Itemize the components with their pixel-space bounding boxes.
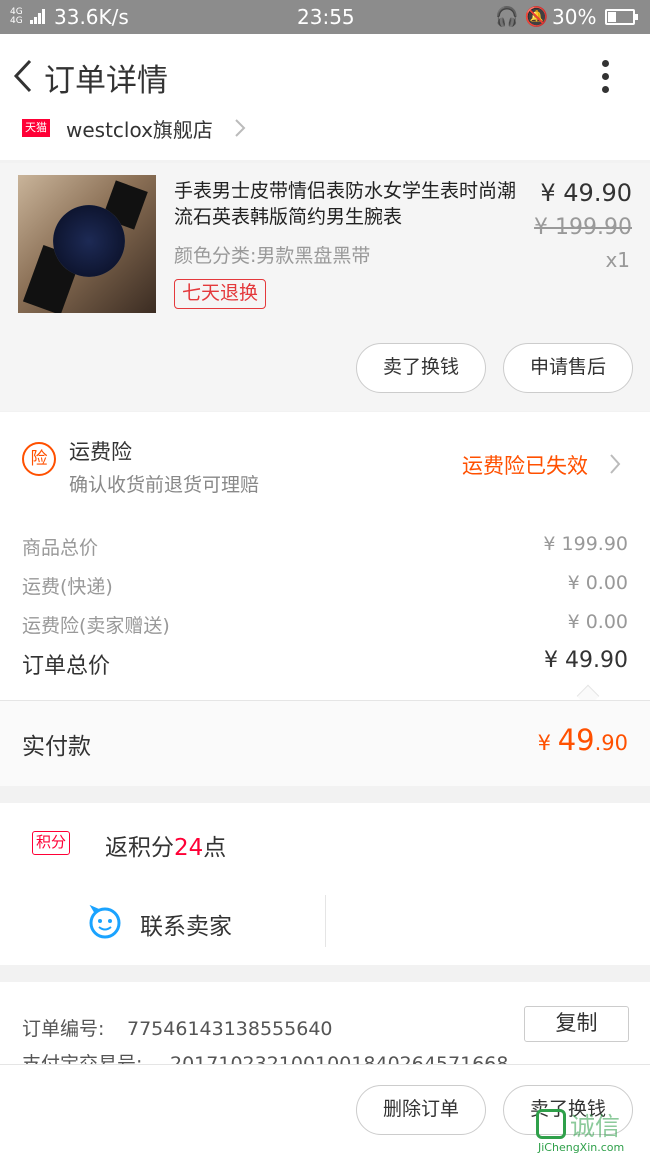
product-image[interactable] xyxy=(18,175,156,313)
watermark-logo: 诚信 JiChengXin.com xyxy=(536,1105,650,1155)
price-row-label: 运费(快递) xyxy=(22,576,113,598)
headset-icon: 🎧 xyxy=(495,6,519,28)
price-row-value: ¥ 0.00 xyxy=(567,611,628,633)
delete-order-button[interactable]: 删除订单 xyxy=(356,1085,486,1135)
chat-bubble-icon[interactable] xyxy=(87,904,123,940)
seven-day-return-tag: 七天退换 xyxy=(174,279,267,309)
order-info: 订单编号: 77546143138555640 复制 支付宝交易号: 2017102… xyxy=(0,982,650,1064)
nav-bar: 订单详情 xyxy=(0,34,650,120)
order-total-value: ¥ 49.90 xyxy=(544,648,628,673)
product-spec: 颜色分类:男款黑盘黑带 xyxy=(174,245,371,267)
price-row-label: 商品总价 xyxy=(22,537,99,559)
order-number-label: 订单编号: xyxy=(22,1018,105,1040)
battery-percent: 30% xyxy=(552,5,597,29)
shop-name: westclox旗舰店 xyxy=(66,118,213,142)
paid-amount-row: 实付款 ¥ 49.90 xyxy=(0,700,650,786)
after-sale-button[interactable]: 申请售后 xyxy=(503,343,633,393)
points-badge: 积分 xyxy=(32,831,71,855)
mute-bell-icon: 🔕 xyxy=(524,6,549,28)
trade-number-label: 支付宝交易号: xyxy=(22,1053,143,1064)
product-quantity: x1 xyxy=(605,248,630,272)
product-original-price: ¥ 199.90 xyxy=(534,215,632,240)
battery-icon xyxy=(605,9,638,25)
contact-seller-button[interactable]: 联系卖家 xyxy=(140,907,232,941)
watermark-icon xyxy=(536,1109,566,1139)
insurance-status: 运费险已失效 xyxy=(462,454,588,478)
chevron-right-icon xyxy=(235,119,246,137)
freight-insurance-row[interactable]: 险 运费险 确认收货前退货可理赔 运费险已失效 xyxy=(0,412,650,502)
product-item[interactable]: 手表男士皮带情侣表防水女学生表时尚潮流石英表韩版简约男生腕表 颜色分类:男款黑盘… xyxy=(0,163,650,411)
order-total-label: 订单总价 xyxy=(22,654,111,679)
order-number: 77546143138555640 xyxy=(127,1018,333,1040)
tmall-badge: 天猫 xyxy=(22,119,50,137)
net-speed: 33.6K/s xyxy=(54,5,129,29)
signal-icon xyxy=(30,8,48,24)
price-summary: 商品总价 ¥ 199.90 运费(快递) ¥ 0.00 运费险(卖家赠送) ¥ … xyxy=(0,502,650,708)
clock: 23:55 xyxy=(297,5,355,29)
points-row: 积分 返积分24点 xyxy=(0,803,650,883)
product-price: ¥ 49.90 xyxy=(540,179,632,207)
back-arrow-icon[interactable] xyxy=(10,56,38,96)
contact-row: 联系卖家 xyxy=(0,883,650,965)
network-type-label: 4G 4G xyxy=(10,7,23,26)
chevron-right-icon xyxy=(610,454,621,474)
sell-button[interactable]: 卖了换钱 xyxy=(356,343,486,393)
points-text: 返积分24点 xyxy=(105,835,227,861)
insurance-subtitle: 确认收货前退货可理赔 xyxy=(69,474,260,496)
price-row-value: ¥ 0.00 xyxy=(567,572,628,594)
paid-value: ¥ 49.90 xyxy=(537,723,628,757)
insurance-icon: 险 xyxy=(22,442,56,476)
shop-row[interactable]: 天猫 westclox旗舰店 xyxy=(0,110,650,160)
product-title: 手表男士皮带情侣表防水女学生表时尚潮流石英表韩版简约男生腕表 xyxy=(174,180,517,228)
trade-number: 2017102321001001840264571668 xyxy=(170,1053,509,1064)
page-title: 订单详情 xyxy=(44,63,168,99)
copy-button[interactable]: 复制 xyxy=(524,1006,629,1042)
price-row-value: ¥ 199.90 xyxy=(543,533,628,555)
order-number-line: 订单编号: 77546143138555640 xyxy=(22,1014,333,1041)
status-bar: 4G 4G 33.6K/s 23:55 🎧 🔕 30% xyxy=(0,0,650,34)
trade-number-line: 支付宝交易号: 2017102321001001840264571668 xyxy=(22,1049,508,1064)
insurance-title: 运费险 xyxy=(69,440,132,464)
more-menu-icon[interactable] xyxy=(596,56,616,96)
price-row-label: 运费险(卖家赠送) xyxy=(22,615,170,637)
points-count: 24 xyxy=(174,835,204,861)
paid-label: 实付款 xyxy=(22,734,91,760)
